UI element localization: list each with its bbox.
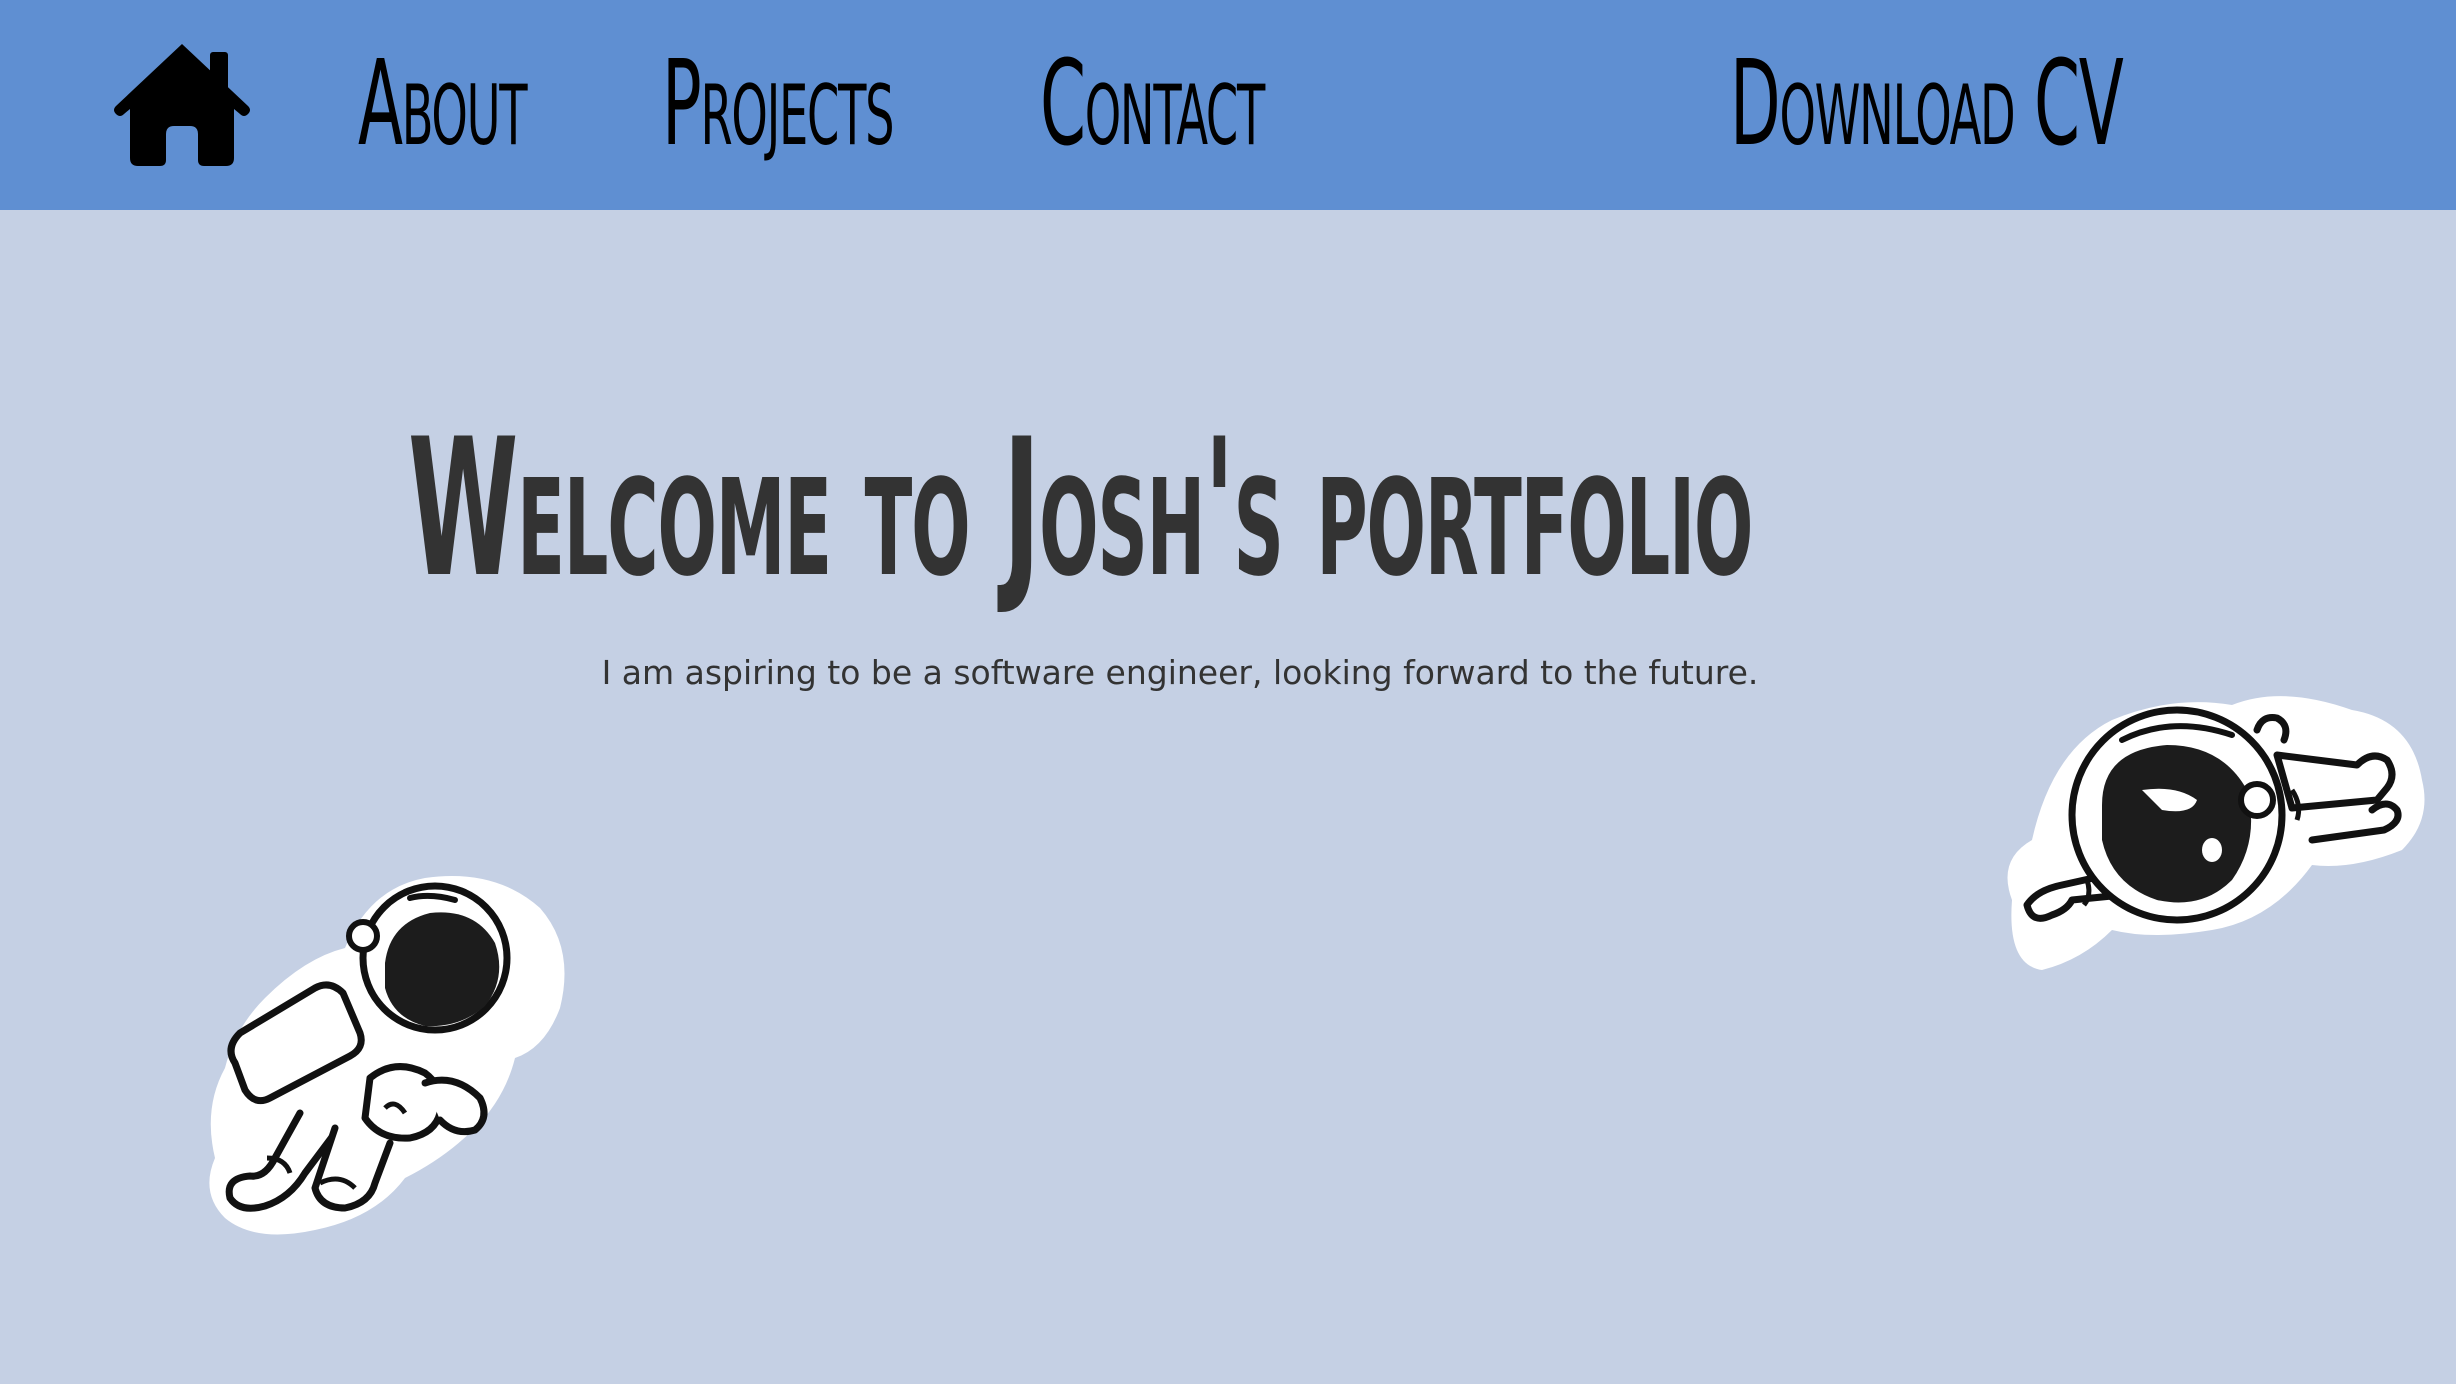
- home-link[interactable]: [112, 40, 252, 168]
- tagline-text: I am aspiring to be a software engineer,…: [601, 653, 1759, 692]
- astronaut-illustration-right: [2007, 696, 2425, 970]
- nav-link-contact[interactable]: Contact: [1040, 38, 1265, 168]
- astronaut-illustration-left: [209, 876, 565, 1235]
- nav-link-projects[interactable]: Projects: [662, 38, 895, 168]
- top-navigation-bar: About Projects Contact Download CV: [0, 0, 2456, 210]
- page-title: Welcome to Josh's portfolio: [408, 398, 1753, 620]
- download-cv-link[interactable]: Download CV: [1730, 38, 2124, 168]
- nav-link-about[interactable]: About: [358, 38, 528, 168]
- home-icon: [114, 44, 250, 166]
